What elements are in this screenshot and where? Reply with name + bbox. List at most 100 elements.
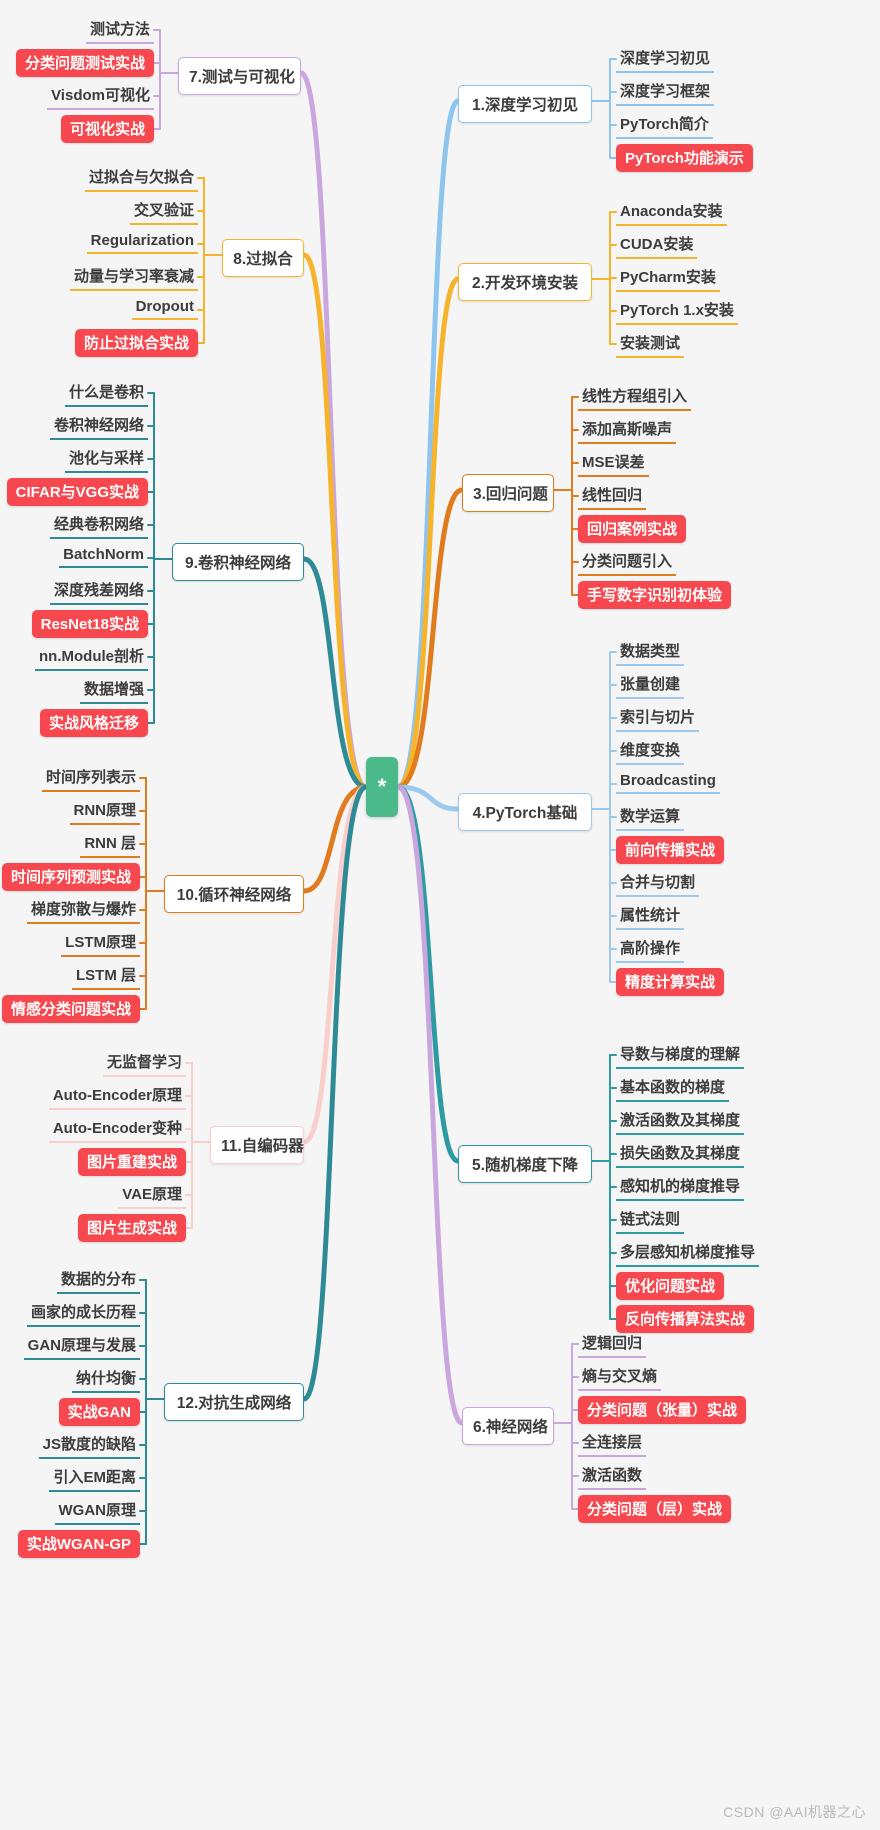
leaf-b12-3[interactable]: 纳什均衡 [71, 1365, 140, 1393]
leaf-b4-10[interactable]: 精度计算实战 [616, 968, 725, 996]
leaf-b7-0[interactable]: 测试方法 [85, 16, 154, 44]
leaf-b10-4[interactable]: 梯度弥散与爆炸 [26, 896, 140, 924]
leaf-b4-6[interactable]: 前向传播实战 [616, 836, 725, 864]
leaf-b7-2[interactable]: Visdom可视化 [47, 82, 154, 110]
leaf-b9-2[interactable]: 池化与采样 [64, 445, 148, 473]
leaf-b5-8[interactable]: 反向传播算法实战 [616, 1305, 755, 1333]
leaf-b12-8[interactable]: 实战WGAN-GP [17, 1530, 140, 1558]
leaf-b11-1[interactable]: Auto-Encoder原理 [48, 1082, 186, 1110]
leaf-b9-5[interactable]: BatchNorm [59, 544, 148, 568]
leaf-b9-3[interactable]: CIFAR与VGG实战 [6, 478, 148, 506]
topic-b5[interactable]: 5.随机梯度下降 [458, 1145, 592, 1183]
leaf-b9-1[interactable]: 卷积神经网络 [49, 412, 148, 440]
watermark: CSDN @AAI机器之心 [723, 1804, 866, 1820]
leaf-b3-1[interactable]: 添加高斯噪声 [578, 416, 677, 444]
leaf-b10-3[interactable]: 时间序列预测实战 [1, 863, 140, 891]
leaf-b1-0[interactable]: 深度学习初见 [616, 45, 715, 73]
topic-b1[interactable]: 1.深度学习初见 [458, 85, 592, 123]
leaf-b5-0[interactable]: 导数与梯度的理解 [616, 1041, 745, 1069]
topic-b3[interactable]: 3.回归问题 [462, 474, 554, 512]
leaf-b10-5[interactable]: LSTM原理 [61, 929, 140, 957]
leaf-b2-2[interactable]: PyCharm安装 [616, 264, 720, 292]
leaf-b3-2[interactable]: MSE误差 [578, 449, 649, 477]
leaf-b2-4[interactable]: 安装测试 [616, 330, 685, 358]
leaf-b3-3[interactable]: 线性回归 [578, 482, 647, 510]
leaf-b6-3[interactable]: 全连接层 [578, 1429, 647, 1457]
leaf-b12-5[interactable]: JS散度的缺陷 [38, 1431, 140, 1459]
topic-b8[interactable]: 8.过拟合 [222, 239, 304, 277]
leaf-b12-0[interactable]: 数据的分布 [56, 1266, 140, 1294]
topic-b4[interactable]: 4.PyTorch基础 [458, 793, 592, 831]
leaf-b10-7[interactable]: 情感分类问题实战 [1, 995, 140, 1023]
leaf-b8-3[interactable]: 动量与学习率衰减 [69, 263, 198, 291]
leaf-b3-5[interactable]: 分类问题引入 [578, 548, 677, 576]
leaf-b4-9[interactable]: 高阶操作 [616, 935, 685, 963]
leaf-b3-0[interactable]: 线性方程组引入 [578, 383, 692, 411]
leaf-b6-5[interactable]: 分类问题（层）实战 [578, 1495, 732, 1523]
topic-b10[interactable]: 10.循环神经网络 [164, 875, 304, 913]
leaf-b12-6[interactable]: 引入EM距离 [49, 1464, 140, 1492]
leaf-b10-1[interactable]: RNN原理 [69, 797, 140, 825]
leaf-b1-3[interactable]: PyTorch功能演示 [616, 144, 753, 172]
topic-b2[interactable]: 2.开发环境安装 [458, 263, 592, 301]
leaf-b11-2[interactable]: Auto-Encoder变种 [48, 1115, 186, 1143]
leaf-b9-7[interactable]: ResNet18实战 [31, 610, 148, 638]
leaf-b8-1[interactable]: 交叉验证 [129, 197, 198, 225]
leaf-b9-10[interactable]: 实战风格迁移 [39, 709, 148, 737]
leaf-b11-4[interactable]: VAE原理 [118, 1181, 186, 1209]
leaf-b11-0[interactable]: 无监督学习 [102, 1049, 186, 1077]
leaf-b9-9[interactable]: 数据增强 [79, 676, 148, 704]
leaf-b4-8[interactable]: 属性统计 [616, 902, 685, 930]
leaf-b10-0[interactable]: 时间序列表示 [41, 764, 140, 792]
leaf-b7-3[interactable]: 可视化实战 [60, 115, 154, 143]
leaf-b6-4[interactable]: 激活函数 [578, 1462, 647, 1490]
leaf-b9-0[interactable]: 什么是卷积 [64, 379, 148, 407]
leaf-b7-1[interactable]: 分类问题测试实战 [15, 49, 154, 77]
topic-b11[interactable]: 11.自编码器 [210, 1126, 304, 1164]
leaf-b9-6[interactable]: 深度残差网络 [49, 577, 148, 605]
leaf-b12-2[interactable]: GAN原理与发展 [23, 1332, 140, 1360]
leaf-b11-5[interactable]: 图片生成实战 [77, 1214, 186, 1242]
topic-b6[interactable]: 6.神经网络 [462, 1407, 554, 1445]
leaf-b4-4[interactable]: Broadcasting [616, 770, 720, 794]
leaf-b5-1[interactable]: 基本函数的梯度 [616, 1074, 730, 1102]
leaf-b9-8[interactable]: nn.Module剖析 [35, 643, 148, 671]
leaf-b5-4[interactable]: 感知机的梯度推导 [616, 1173, 745, 1201]
leaf-b8-5[interactable]: 防止过拟合实战 [74, 329, 198, 357]
leaf-b4-5[interactable]: 数学运算 [616, 803, 685, 831]
leaf-b5-2[interactable]: 激活函数及其梯度 [616, 1107, 745, 1135]
leaf-b9-4[interactable]: 经典卷积网络 [49, 511, 148, 539]
leaf-b12-7[interactable]: WGAN原理 [54, 1497, 140, 1525]
leaf-b4-2[interactable]: 索引与切片 [616, 704, 700, 732]
leaf-b6-1[interactable]: 熵与交叉熵 [578, 1363, 662, 1391]
leaf-b4-3[interactable]: 维度变换 [616, 737, 685, 765]
leaf-b5-3[interactable]: 损失函数及其梯度 [616, 1140, 745, 1168]
leaf-b2-0[interactable]: Anaconda安装 [616, 198, 727, 226]
root-node[interactable]: * [366, 757, 398, 817]
leaf-b5-5[interactable]: 链式法则 [616, 1206, 685, 1234]
leaf-b6-0[interactable]: 逻辑回归 [578, 1330, 647, 1358]
leaf-b1-1[interactable]: 深度学习框架 [616, 78, 715, 106]
leaf-b11-3[interactable]: 图片重建实战 [77, 1148, 186, 1176]
leaf-b10-2[interactable]: RNN 层 [80, 830, 140, 858]
leaf-b10-6[interactable]: LSTM 层 [72, 962, 140, 990]
leaf-b2-3[interactable]: PyTorch 1.x安装 [616, 297, 738, 325]
leaf-b4-1[interactable]: 张量创建 [616, 671, 685, 699]
leaf-b4-0[interactable]: 数据类型 [616, 638, 685, 666]
leaf-b5-7[interactable]: 优化问题实战 [616, 1272, 725, 1300]
leaf-b8-4[interactable]: Dropout [131, 296, 198, 320]
leaf-b8-0[interactable]: 过拟合与欠拟合 [84, 164, 198, 192]
leaf-b12-1[interactable]: 画家的成长历程 [26, 1299, 140, 1327]
leaf-b4-7[interactable]: 合并与切割 [616, 869, 700, 897]
leaf-b3-6[interactable]: 手写数字识别初体验 [578, 581, 732, 609]
leaf-b5-6[interactable]: 多层感知机梯度推导 [616, 1239, 760, 1267]
topic-b12[interactable]: 12.对抗生成网络 [164, 1383, 304, 1421]
topic-b9[interactable]: 9.卷积神经网络 [172, 543, 304, 581]
leaf-b1-2[interactable]: PyTorch简介 [616, 111, 713, 139]
leaf-b6-2[interactable]: 分类问题（张量）实战 [578, 1396, 747, 1424]
leaf-b8-2[interactable]: Regularization [86, 230, 198, 254]
leaf-b2-1[interactable]: CUDA安装 [616, 231, 698, 259]
leaf-b12-4[interactable]: 实战GAN [58, 1398, 140, 1426]
leaf-b3-4[interactable]: 回归案例实战 [578, 515, 687, 543]
topic-b7[interactable]: 7.测试与可视化 [178, 57, 301, 95]
